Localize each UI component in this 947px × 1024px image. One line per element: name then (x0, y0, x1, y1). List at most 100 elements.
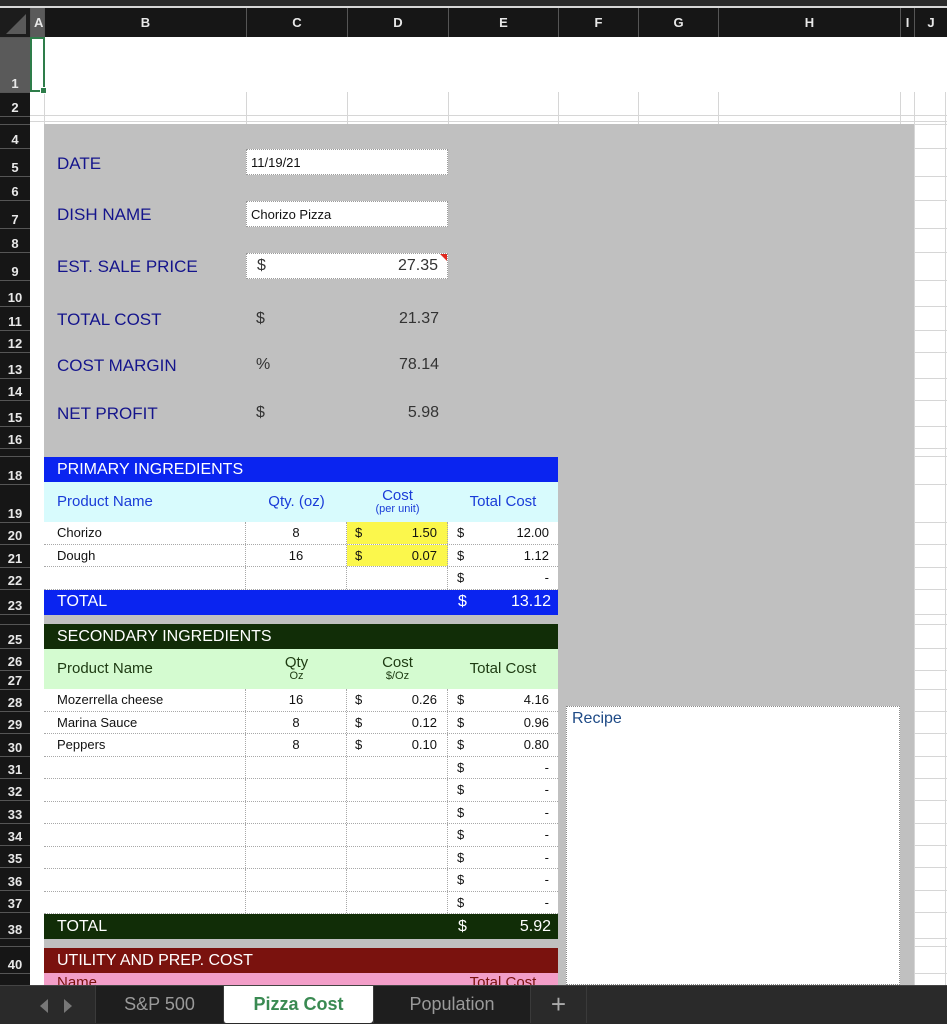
quantity-cell[interactable]: 16 (246, 544, 347, 566)
product-name-cell[interactable] (44, 756, 246, 778)
tab-pizza-cost[interactable]: Pizza Cost (223, 986, 373, 1023)
product-name-cell[interactable] (44, 779, 246, 801)
quantity-cell[interactable]: 8 (246, 522, 347, 544)
row-header-1[interactable]: 1 (0, 37, 30, 92)
quantity-cell[interactable] (246, 869, 347, 891)
unit-cost-cell[interactable] (347, 756, 448, 778)
unit-cost-cell[interactable]: $0.07 (347, 544, 448, 566)
product-name-cell[interactable]: Marina Sauce (44, 711, 246, 733)
row-header-5[interactable]: 5 (0, 148, 30, 176)
product-name-cell[interactable] (44, 824, 246, 846)
quantity-cell[interactable] (246, 779, 347, 801)
row-header-19[interactable]: 19 (0, 484, 30, 522)
row-header-23[interactable]: 23 (0, 589, 30, 614)
row-header-10[interactable]: 10 (0, 280, 30, 306)
quantity-cell[interactable]: 8 (246, 711, 347, 733)
row-header-29[interactable]: 29 (0, 711, 30, 733)
row-header-12[interactable]: 12 (0, 330, 30, 352)
column-header-d[interactable]: D (347, 8, 448, 37)
product-name-cell[interactable] (44, 801, 246, 823)
quantity-cell[interactable] (246, 567, 347, 589)
product-name-cell[interactable] (44, 869, 246, 891)
total-cost-cell[interactable]: $0.80 (448, 734, 558, 756)
net-profit-cell[interactable]: $ 5.98 (246, 400, 448, 426)
sale-price-field[interactable]: $ 27.35 (246, 253, 448, 279)
total-cost-cell[interactable]: $1.12 (448, 545, 558, 567)
unit-cost-cell[interactable] (347, 891, 448, 913)
row-header-20[interactable]: 20 (0, 522, 30, 544)
product-name-cell[interactable] (44, 846, 246, 868)
row-header-7[interactable]: 7 (0, 200, 30, 228)
row-header-27[interactable]: 27 (0, 670, 30, 689)
total-cost-cell[interactable]: $0.96 (448, 712, 558, 734)
row-header-36[interactable]: 36 (0, 867, 30, 890)
quantity-cell[interactable] (246, 891, 347, 913)
date-field[interactable]: 11/19/21 (246, 149, 448, 175)
total-cost-cell[interactable]: $ 21.37 (246, 306, 448, 332)
unit-cost-cell[interactable]: $1.50 (347, 522, 448, 544)
total-cost-cell[interactable]: $ - (448, 802, 558, 824)
unit-cost-cell[interactable]: $0.10 (347, 734, 448, 756)
total-cost-cell[interactable]: $ - (448, 869, 558, 891)
next-sheet-button[interactable] (56, 986, 80, 1024)
quantity-cell[interactable] (246, 801, 347, 823)
row-header-41[interactable] (0, 973, 30, 985)
row-header-15[interactable]: 15 (0, 400, 30, 426)
row-header-28[interactable]: 28 (0, 689, 30, 711)
product-name-cell[interactable] (44, 567, 246, 589)
prev-sheet-button[interactable] (32, 986, 56, 1024)
secondary-total-cell[interactable]: $ 5.92 (448, 914, 558, 939)
comment-indicator-icon[interactable] (440, 254, 447, 261)
primary-total-cell[interactable]: $ 13.12 (448, 590, 558, 615)
quantity-cell[interactable] (246, 824, 347, 846)
column-header-g[interactable]: G (638, 8, 718, 37)
row-header-6[interactable]: 6 (0, 176, 30, 200)
row-header-13[interactable]: 13 (0, 352, 30, 378)
row-header-14[interactable]: 14 (0, 378, 30, 400)
column-header-j[interactable]: J (914, 8, 947, 37)
tab-sp-500[interactable]: S&P 500 (95, 986, 223, 1023)
row-header-11[interactable]: 11 (0, 306, 30, 330)
total-cost-cell[interactable]: $ - (448, 892, 558, 914)
quantity-cell[interactable]: 8 (246, 734, 347, 756)
product-name-cell[interactable]: Peppers (44, 734, 246, 756)
add-sheet-button[interactable]: + (530, 986, 587, 1023)
row-header-25[interactable]: 25 (0, 624, 30, 648)
row-header-30[interactable]: 30 (0, 733, 30, 756)
row-header-24[interactable] (0, 614, 30, 624)
total-cost-cell[interactable]: $ - (448, 567, 558, 589)
product-name-cell[interactable]: Dough (44, 544, 246, 566)
row-header-37[interactable]: 37 (0, 890, 30, 912)
total-cost-cell[interactable]: $ - (448, 779, 558, 801)
column-header-h[interactable]: H (718, 8, 900, 37)
select-all-button[interactable] (0, 8, 30, 37)
unit-cost-cell[interactable]: $0.12 (347, 711, 448, 733)
total-cost-cell[interactable]: $4.16 (448, 689, 558, 711)
quantity-cell[interactable]: 16 (246, 689, 347, 711)
row-header-31[interactable]: 31 (0, 756, 30, 778)
row-header-16[interactable]: 16 (0, 426, 30, 448)
quantity-cell[interactable] (246, 756, 347, 778)
row-header-18[interactable]: 18 (0, 456, 30, 484)
unit-cost-cell[interactable] (347, 779, 448, 801)
unit-cost-cell[interactable] (347, 869, 448, 891)
column-header-i[interactable]: I (900, 8, 914, 37)
product-name-cell[interactable] (44, 891, 246, 913)
total-cost-cell[interactable]: $ - (448, 757, 558, 779)
dish-name-field[interactable]: Chorizo Pizza (246, 201, 448, 227)
total-cost-cell[interactable]: $ - (448, 824, 558, 846)
row-header-4[interactable]: 4 (0, 124, 30, 148)
row-header-38[interactable]: 38 (0, 912, 30, 938)
row-header-39[interactable] (0, 938, 30, 946)
row-header-26[interactable]: 26 (0, 648, 30, 670)
total-cost-cell[interactable]: $12.00 (448, 522, 558, 544)
column-header-c[interactable]: C (246, 8, 347, 37)
row-header-22[interactable]: 22 (0, 567, 30, 589)
total-cost-cell[interactable]: $ - (448, 847, 558, 869)
row-header-35[interactable]: 35 (0, 845, 30, 867)
unit-cost-cell[interactable] (347, 846, 448, 868)
row-header-40[interactable]: 40 (0, 946, 30, 973)
unit-cost-cell[interactable] (347, 567, 448, 589)
tab-population[interactable]: Population (373, 986, 530, 1023)
row-header-32[interactable]: 32 (0, 778, 30, 800)
